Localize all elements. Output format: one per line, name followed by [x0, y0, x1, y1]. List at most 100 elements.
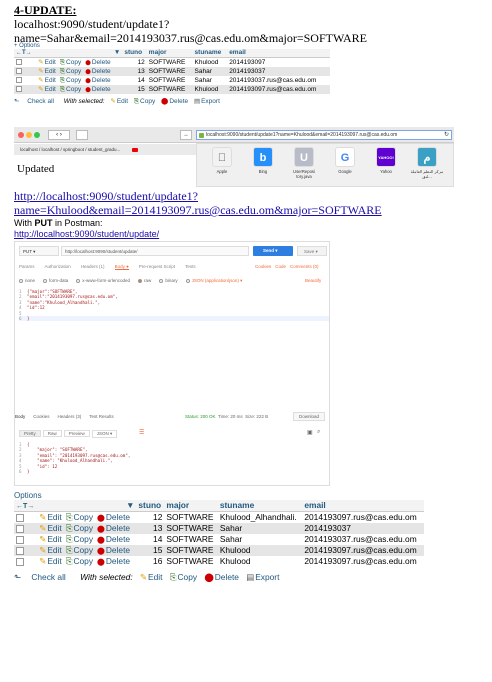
body-type-option[interactable]: raw	[138, 278, 151, 283]
search-response-icon[interactable]: ⌕	[317, 429, 320, 436]
bulk-copy-button[interactable]: ⎘Copy	[134, 98, 155, 105]
row-checkbox[interactable]	[16, 85, 22, 92]
request-tab[interactable]: Pre-request Script	[139, 264, 175, 269]
row-delete-button[interactable]: ⬤Delete	[97, 512, 130, 522]
nav-arrows[interactable]: ←T→	[14, 500, 38, 512]
response-tab[interactable]: Cookies	[33, 414, 49, 419]
row-delete-button[interactable]: ⬤Delete	[97, 545, 130, 555]
back-forward-buttons[interactable]: ‹ ›	[48, 130, 70, 140]
row-delete-button[interactable]: ⬤Delete	[85, 68, 110, 75]
row-copy-button[interactable]: ⎘Copy	[66, 534, 93, 544]
row-edit-button[interactable]: ✎Edit	[39, 534, 61, 544]
translate-icon[interactable]: ↔	[180, 130, 192, 140]
close-dot-icon[interactable]	[18, 132, 24, 138]
bulk-edit-button[interactable]: ✎Edit	[110, 98, 128, 105]
update-link-line-2[interactable]: name=Khulood&email=2014193097.rus@cas.ed…	[14, 203, 382, 218]
bulk-delete-button[interactable]: ⬤Delete	[204, 572, 239, 582]
row-edit-button[interactable]: ✎Edit	[38, 86, 56, 93]
maximize-dot-icon[interactable]	[34, 132, 40, 138]
request-tab[interactable]: Authorization	[45, 264, 71, 269]
nav-arrows[interactable]: ←T→	[14, 49, 37, 58]
row-copy-button[interactable]: ⎘Copy	[66, 512, 93, 522]
minimize-dot-icon[interactable]	[26, 132, 32, 138]
row-delete-button[interactable]: ⬤Delete	[97, 556, 130, 566]
row-edit-button[interactable]: ✎Edit	[38, 68, 56, 75]
row-edit-button[interactable]: ✎Edit	[39, 545, 61, 555]
request-tab-right[interactable]: Comments (0)	[290, 264, 319, 269]
address-bar[interactable]: localhost:9090/student/update1?name=Khul…	[196, 130, 452, 140]
body-type-option[interactable]: none	[19, 278, 35, 283]
row-checkbox[interactable]	[16, 58, 22, 65]
bulk-export-button[interactable]: ▤Export	[246, 572, 279, 582]
view-tab[interactable]: Raw	[42, 430, 62, 437]
row-delete-button[interactable]: ⬤Delete	[85, 77, 110, 84]
wrap-lines-icon[interactable]: ☰	[139, 429, 144, 436]
row-copy-button[interactable]: ⎘Copy	[66, 545, 93, 555]
row-checkbox[interactable]	[16, 67, 22, 74]
row-delete-button[interactable]: ⬤Delete	[97, 534, 130, 544]
download-button[interactable]: Download	[293, 412, 325, 421]
response-tab[interactable]: Headers (3)	[58, 414, 82, 419]
body-type-option[interactable]: form-data	[43, 278, 68, 283]
col-major[interactable]: major	[164, 500, 218, 512]
request-body-editor[interactable]: 1 {"major":"SOFTWARE", 2 "email":"201419309…	[19, 289, 329, 329]
col-email[interactable]: email	[227, 49, 330, 58]
row-edit-button[interactable]: ✎Edit	[39, 523, 61, 533]
request-url-input[interactable]: http://localhost:9090/student/update/	[61, 246, 249, 256]
response-tab[interactable]: Body	[15, 414, 25, 419]
view-tab[interactable]: Pretty	[19, 430, 41, 437]
view-tab[interactable]: Preview	[63, 430, 90, 437]
sort-icon[interactable]: ▼	[37, 500, 137, 512]
row-checkbox[interactable]	[16, 513, 24, 522]
row-edit-button[interactable]: ✎Edit	[38, 77, 56, 84]
beautify-link[interactable]: Beautify	[305, 278, 321, 283]
row-copy-button[interactable]: ⎘Copy	[66, 523, 93, 533]
check-all-link[interactable]: Check all	[31, 572, 65, 582]
request-tab-right[interactable]: Cookies	[255, 264, 271, 269]
favorite-item[interactable]: b Bing	[244, 147, 282, 179]
row-copy-button[interactable]: ⎘Copy	[60, 77, 81, 84]
view-tab[interactable]: JSON ▾	[91, 430, 118, 438]
row-checkbox[interactable]	[16, 524, 24, 533]
col-email[interactable]: email	[302, 500, 424, 512]
body-type-option[interactable]: x-www-form-urlencoded	[76, 278, 130, 283]
request-tab[interactable]: Params	[19, 264, 35, 269]
row-edit-button[interactable]: ✎Edit	[38, 59, 56, 66]
row-copy-button[interactable]: ⎘Copy	[66, 556, 93, 566]
postman-url-link[interactable]: http://localhost:9090/student/update/	[14, 229, 159, 239]
row-copy-button[interactable]: ⎘Copy	[60, 59, 81, 66]
request-tab[interactable]: Headers (1)	[81, 264, 105, 269]
row-edit-button[interactable]: ✎Edit	[39, 556, 61, 566]
row-delete-button[interactable]: ⬤Delete	[85, 86, 110, 93]
youtube-icon[interactable]	[131, 147, 138, 152]
update-link-line-1[interactable]: http://localhost:9090/student/update1?	[14, 189, 198, 204]
row-checkbox[interactable]	[16, 535, 24, 544]
sidebar-icon[interactable]	[76, 130, 88, 140]
row-delete-button[interactable]: ⬤Delete	[97, 523, 130, 533]
response-tab[interactable]: Test Results	[89, 414, 114, 419]
bulk-edit-button[interactable]: ✎Edit	[140, 572, 162, 582]
row-delete-button[interactable]: ⬤Delete	[85, 59, 110, 66]
body-type-option[interactable]: JSON (application/json) ▾	[185, 278, 242, 283]
bulk-delete-button[interactable]: ⬤Delete	[161, 98, 188, 105]
request-tab[interactable]: Body ●	[114, 264, 129, 270]
reload-icon[interactable]: ↻	[444, 131, 449, 139]
col-stuname[interactable]: stuname	[192, 49, 228, 58]
favorite-item[interactable]: G Google	[326, 147, 364, 179]
favorite-item[interactable]: YAHOO! Yahoo	[367, 147, 405, 179]
request-tab[interactable]: Tests	[185, 264, 196, 269]
col-stuno[interactable]: stuno	[122, 49, 147, 58]
favorite-item[interactable]: U UserReposi tory.java	[285, 147, 323, 179]
bookmark-item[interactable]: localhost / localhost / springboot / stu…	[20, 147, 120, 152]
send-button[interactable]: Send ▾	[253, 246, 293, 256]
check-all-link[interactable]: Check all	[27, 98, 54, 105]
method-select[interactable]: PUT ▾	[19, 246, 59, 256]
favorite-item[interactable]:  Apple	[203, 147, 241, 179]
row-copy-button[interactable]: ⎘Copy	[60, 68, 81, 75]
row-checkbox[interactable]	[16, 546, 24, 555]
bulk-copy-button[interactable]: ⎘Copy	[170, 572, 197, 582]
row-checkbox[interactable]	[16, 76, 22, 83]
save-button[interactable]: Save ▾	[297, 246, 327, 256]
sort-icon[interactable]: ▼	[36, 49, 123, 58]
col-stuno[interactable]: stuno	[136, 500, 165, 512]
